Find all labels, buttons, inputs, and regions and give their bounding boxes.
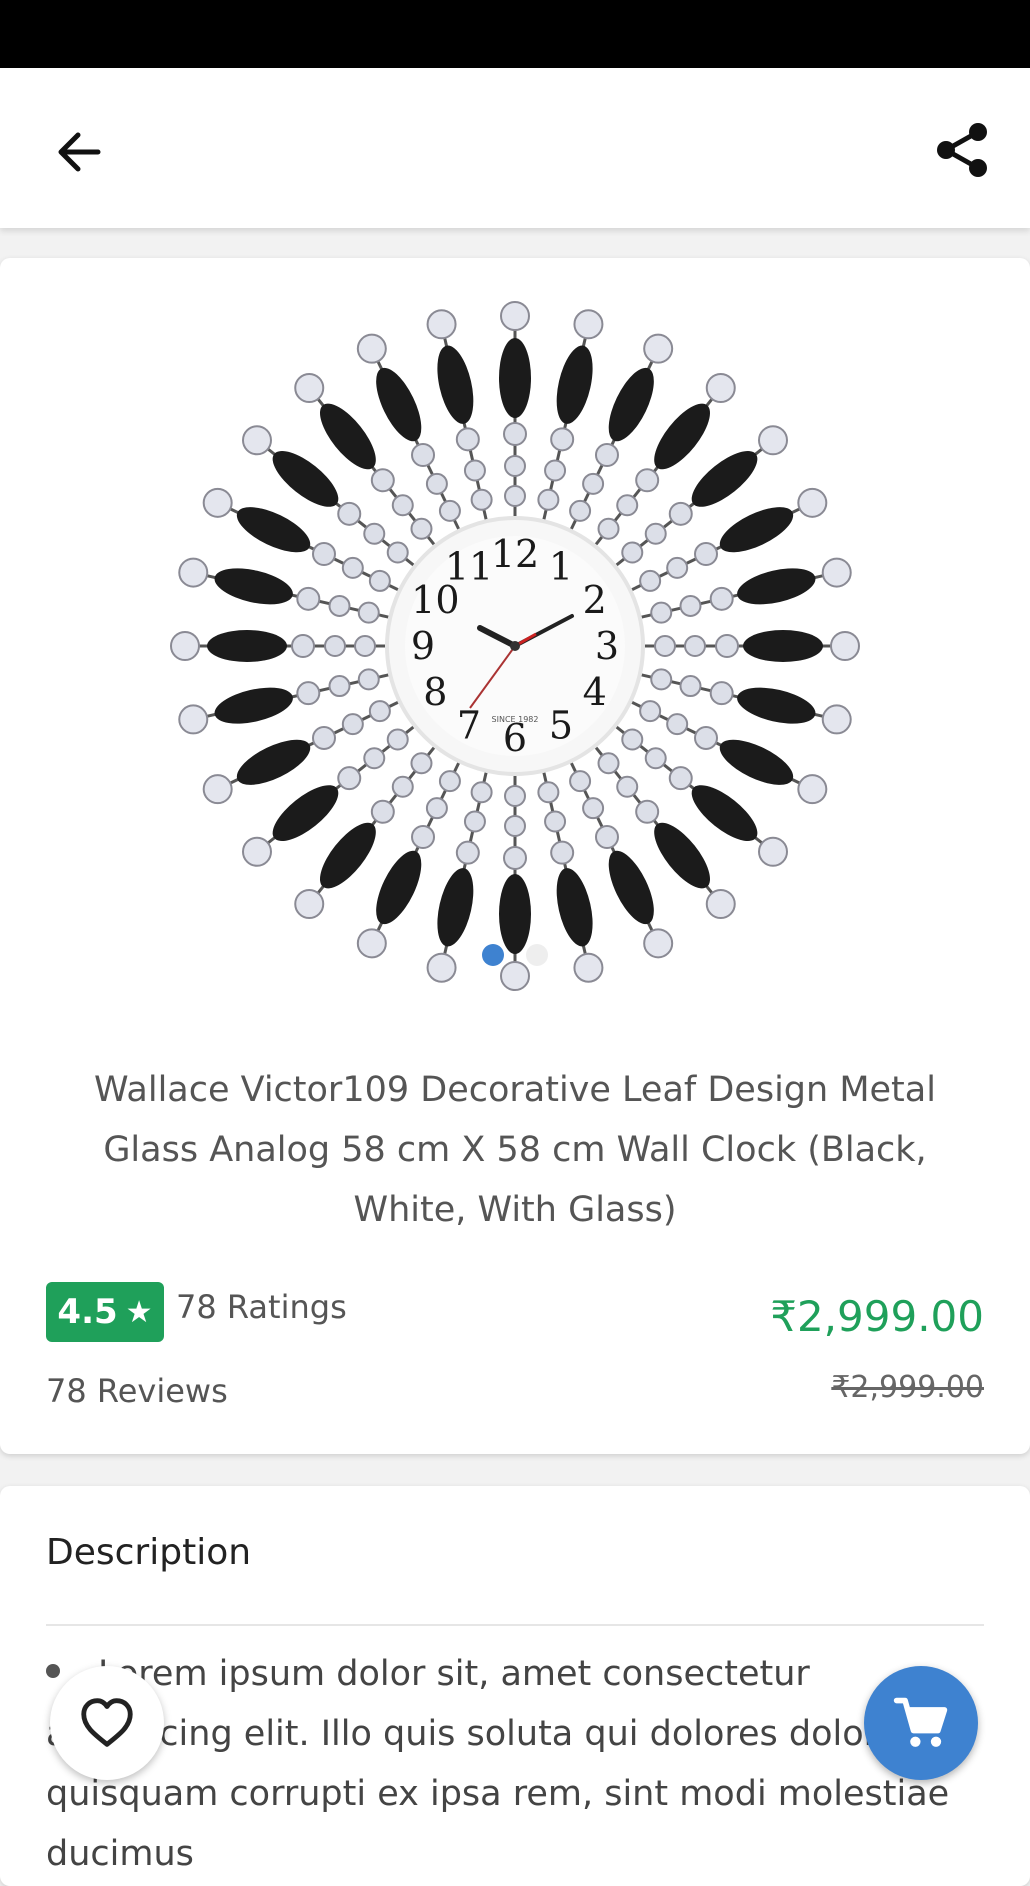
- share-button[interactable]: [930, 118, 994, 182]
- back-button[interactable]: [48, 120, 112, 184]
- selling-price: ₹2,999.00: [770, 1292, 984, 1341]
- clock-number: 1: [549, 544, 573, 588]
- clock-number: 3: [595, 624, 619, 668]
- ratings-count[interactable]: 78 Ratings: [176, 1288, 347, 1326]
- star-icon: ★: [125, 1294, 153, 1330]
- carousel-dot[interactable]: [526, 944, 548, 966]
- reviews-count[interactable]: 78 Reviews: [46, 1372, 228, 1410]
- clock-number: 9: [411, 624, 435, 668]
- description-text: Lorem ipsum dolor sit, amet consectetur …: [46, 1644, 986, 1884]
- clock-number: 8: [423, 670, 447, 714]
- wishlist-button[interactable]: [50, 1666, 164, 1780]
- description-heading: Description: [46, 1532, 252, 1573]
- heart-outline-icon: [81, 1698, 133, 1747]
- carousel-indicator: [0, 944, 1030, 968]
- status-bar: [0, 0, 1030, 68]
- rating-badge: 4.5 ★: [46, 1282, 164, 1342]
- clock-number: 5: [549, 704, 573, 748]
- carousel-dot-active[interactable]: [482, 944, 504, 966]
- cart-button[interactable]: [864, 1666, 978, 1780]
- divider: [46, 1624, 984, 1626]
- original-price: ₹2,999.00: [831, 1370, 984, 1405]
- share-icon: [937, 123, 987, 177]
- rating-value: 4.5: [57, 1292, 118, 1332]
- clock-number: 2: [583, 578, 607, 622]
- app-bar: [0, 68, 1030, 228]
- product-image-carousel[interactable]: 12 1 2 3 4 5 6 7 8 9 10 11 SINCE 1982: [0, 288, 1030, 1008]
- product-title: Wallace Victor109 Decorative Leaf Design…: [94, 1070, 936, 1230]
- shopping-cart-icon: [893, 1697, 948, 1747]
- clock-number: 4: [583, 670, 607, 714]
- clock-number: 12: [491, 532, 539, 576]
- clock-brand-text: SINCE 1982: [492, 715, 539, 724]
- clock-number: 7: [457, 704, 481, 748]
- clock-number: 11: [445, 544, 493, 588]
- product-image: 12 1234567891011 SINCE 1982: [170, 301, 860, 991]
- description-body: Lorem ipsum dolor sit, amet consectetur …: [46, 1654, 950, 1874]
- arrow-left-icon: [58, 132, 101, 172]
